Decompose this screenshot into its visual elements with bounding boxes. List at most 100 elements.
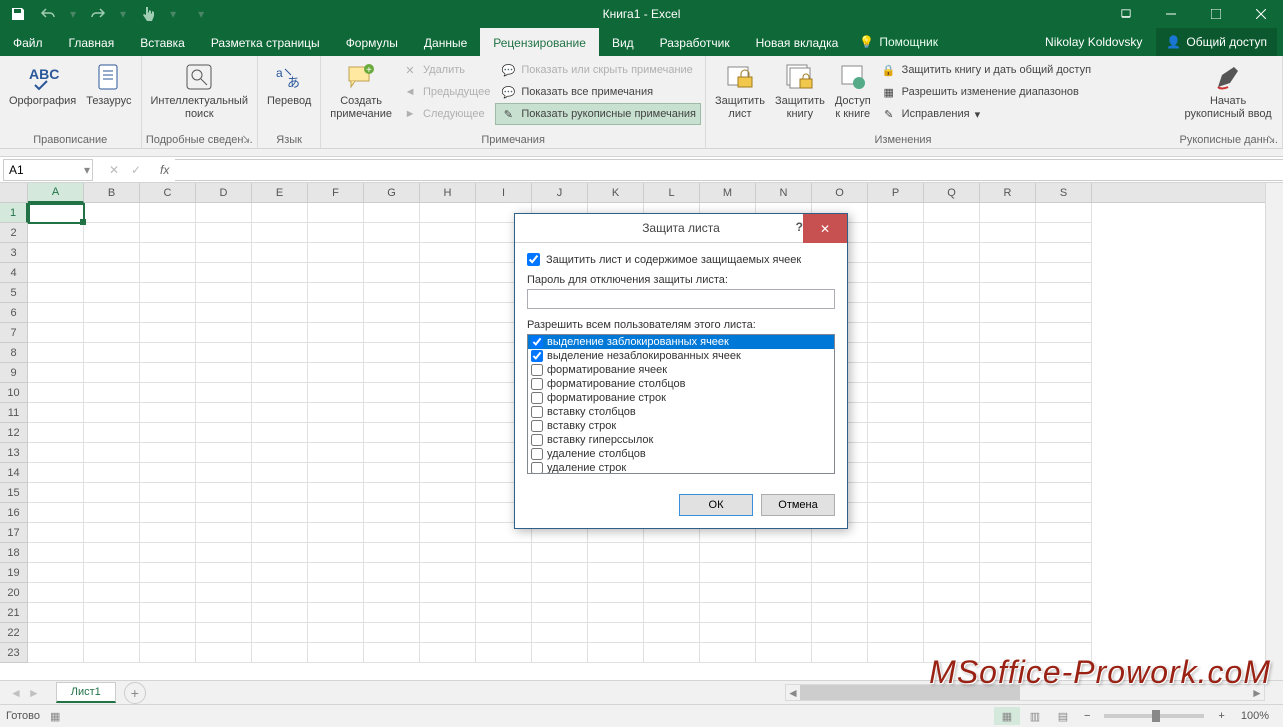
cell[interactable] — [868, 263, 924, 283]
close-icon[interactable] — [1238, 0, 1283, 28]
cell[interactable] — [252, 583, 308, 603]
tell-me[interactable]: 💡 Помощник — [851, 28, 946, 56]
row-header[interactable]: 14 — [0, 463, 28, 483]
cell[interactable] — [420, 203, 476, 223]
cell[interactable] — [84, 303, 140, 323]
cell[interactable] — [140, 503, 196, 523]
cell[interactable] — [140, 383, 196, 403]
accept-formula-icon[interactable]: ✓ — [126, 163, 146, 177]
cell[interactable] — [980, 563, 1036, 583]
cell[interactable] — [196, 643, 252, 663]
cell[interactable] — [364, 323, 420, 343]
cell[interactable] — [28, 443, 84, 463]
cell[interactable] — [588, 643, 644, 663]
chevron-down-icon[interactable]: ▾ — [84, 163, 90, 177]
cell[interactable] — [84, 423, 140, 443]
cell[interactable] — [364, 223, 420, 243]
cell[interactable] — [420, 643, 476, 663]
cell[interactable] — [28, 583, 84, 603]
cell[interactable] — [1036, 263, 1092, 283]
prev-comment-button[interactable]: ◄Предыдущее — [397, 81, 495, 103]
row-header[interactable]: 5 — [0, 283, 28, 303]
tab-Разметка страницы[interactable]: Разметка страницы — [198, 28, 333, 56]
cell[interactable] — [196, 503, 252, 523]
cell[interactable] — [140, 223, 196, 243]
zoom-thumb[interactable] — [1152, 710, 1160, 722]
cell[interactable] — [28, 323, 84, 343]
cell[interactable] — [924, 623, 980, 643]
cell[interactable] — [140, 483, 196, 503]
cell[interactable] — [532, 583, 588, 603]
cell[interactable] — [252, 403, 308, 423]
cell[interactable] — [252, 383, 308, 403]
cell[interactable] — [812, 543, 868, 563]
cell[interactable] — [308, 463, 364, 483]
cell[interactable] — [420, 543, 476, 563]
cell[interactable] — [980, 643, 1036, 663]
cell[interactable] — [924, 483, 980, 503]
cell[interactable] — [1036, 383, 1092, 403]
column-header[interactable]: K — [588, 183, 644, 202]
row-header[interactable]: 11 — [0, 403, 28, 423]
cell[interactable] — [308, 603, 364, 623]
permission-checkbox[interactable] — [531, 448, 543, 460]
cell[interactable] — [28, 343, 84, 363]
cell[interactable] — [84, 243, 140, 263]
column-header[interactable]: B — [84, 183, 140, 202]
scroll-left-icon[interactable]: ◄ — [786, 686, 800, 700]
cell[interactable] — [420, 263, 476, 283]
permission-item[interactable]: удаление строк — [528, 461, 834, 474]
scroll-thumb[interactable] — [800, 685, 1020, 700]
cell[interactable] — [364, 543, 420, 563]
cell[interactable] — [308, 563, 364, 583]
cell[interactable] — [140, 623, 196, 643]
dialog-titlebar[interactable]: Защита листа ? ✕ — [515, 214, 847, 243]
cell[interactable] — [196, 203, 252, 223]
tab-file[interactable]: Файл — [0, 28, 56, 56]
permission-checkbox[interactable] — [531, 364, 543, 376]
cell[interactable] — [140, 303, 196, 323]
cell[interactable] — [420, 503, 476, 523]
tab-Данные[interactable]: Данные — [411, 28, 480, 56]
sheet-nav-next-icon[interactable]: ► — [28, 686, 40, 700]
cell[interactable] — [476, 643, 532, 663]
cell[interactable] — [28, 503, 84, 523]
cell[interactable] — [476, 583, 532, 603]
cell[interactable] — [924, 303, 980, 323]
tab-Новая вкладка[interactable]: Новая вкладка — [743, 28, 852, 56]
dialog-help-icon[interactable]: ? — [796, 220, 803, 234]
cell[interactable] — [84, 443, 140, 463]
cell[interactable] — [140, 323, 196, 343]
formula-input[interactable] — [175, 159, 1283, 181]
start-inking-button[interactable]: Начать рукописный ввод — [1179, 59, 1276, 122]
cell[interactable] — [308, 543, 364, 563]
cell[interactable] — [980, 303, 1036, 323]
cell[interactable] — [196, 363, 252, 383]
permission-item[interactable]: вставку столбцов — [528, 405, 834, 419]
maximize-icon[interactable] — [1193, 0, 1238, 28]
touch-mode-icon[interactable] — [140, 6, 156, 22]
cell[interactable] — [84, 603, 140, 623]
cell[interactable] — [196, 303, 252, 323]
scroll-right-icon[interactable]: ► — [1250, 686, 1264, 700]
column-header[interactable]: L — [644, 183, 700, 202]
cell[interactable] — [84, 203, 140, 223]
cell[interactable] — [308, 643, 364, 663]
row-header[interactable]: 15 — [0, 483, 28, 503]
cell[interactable] — [140, 403, 196, 423]
permissions-list[interactable]: выделение заблокированных ячееквыделение… — [527, 334, 835, 474]
cell[interactable] — [308, 623, 364, 643]
cell[interactable] — [924, 443, 980, 463]
cell[interactable] — [84, 263, 140, 283]
cell[interactable] — [28, 383, 84, 403]
cell[interactable] — [756, 563, 812, 583]
cell[interactable] — [308, 423, 364, 443]
row-header[interactable]: 7 — [0, 323, 28, 343]
protect-workbook-button[interactable]: Защитить книгу — [770, 59, 830, 122]
cell[interactable] — [756, 603, 812, 623]
cell[interactable] — [532, 643, 588, 663]
cell[interactable] — [868, 423, 924, 443]
cell[interactable] — [308, 443, 364, 463]
cell[interactable] — [420, 383, 476, 403]
cell[interactable] — [980, 223, 1036, 243]
